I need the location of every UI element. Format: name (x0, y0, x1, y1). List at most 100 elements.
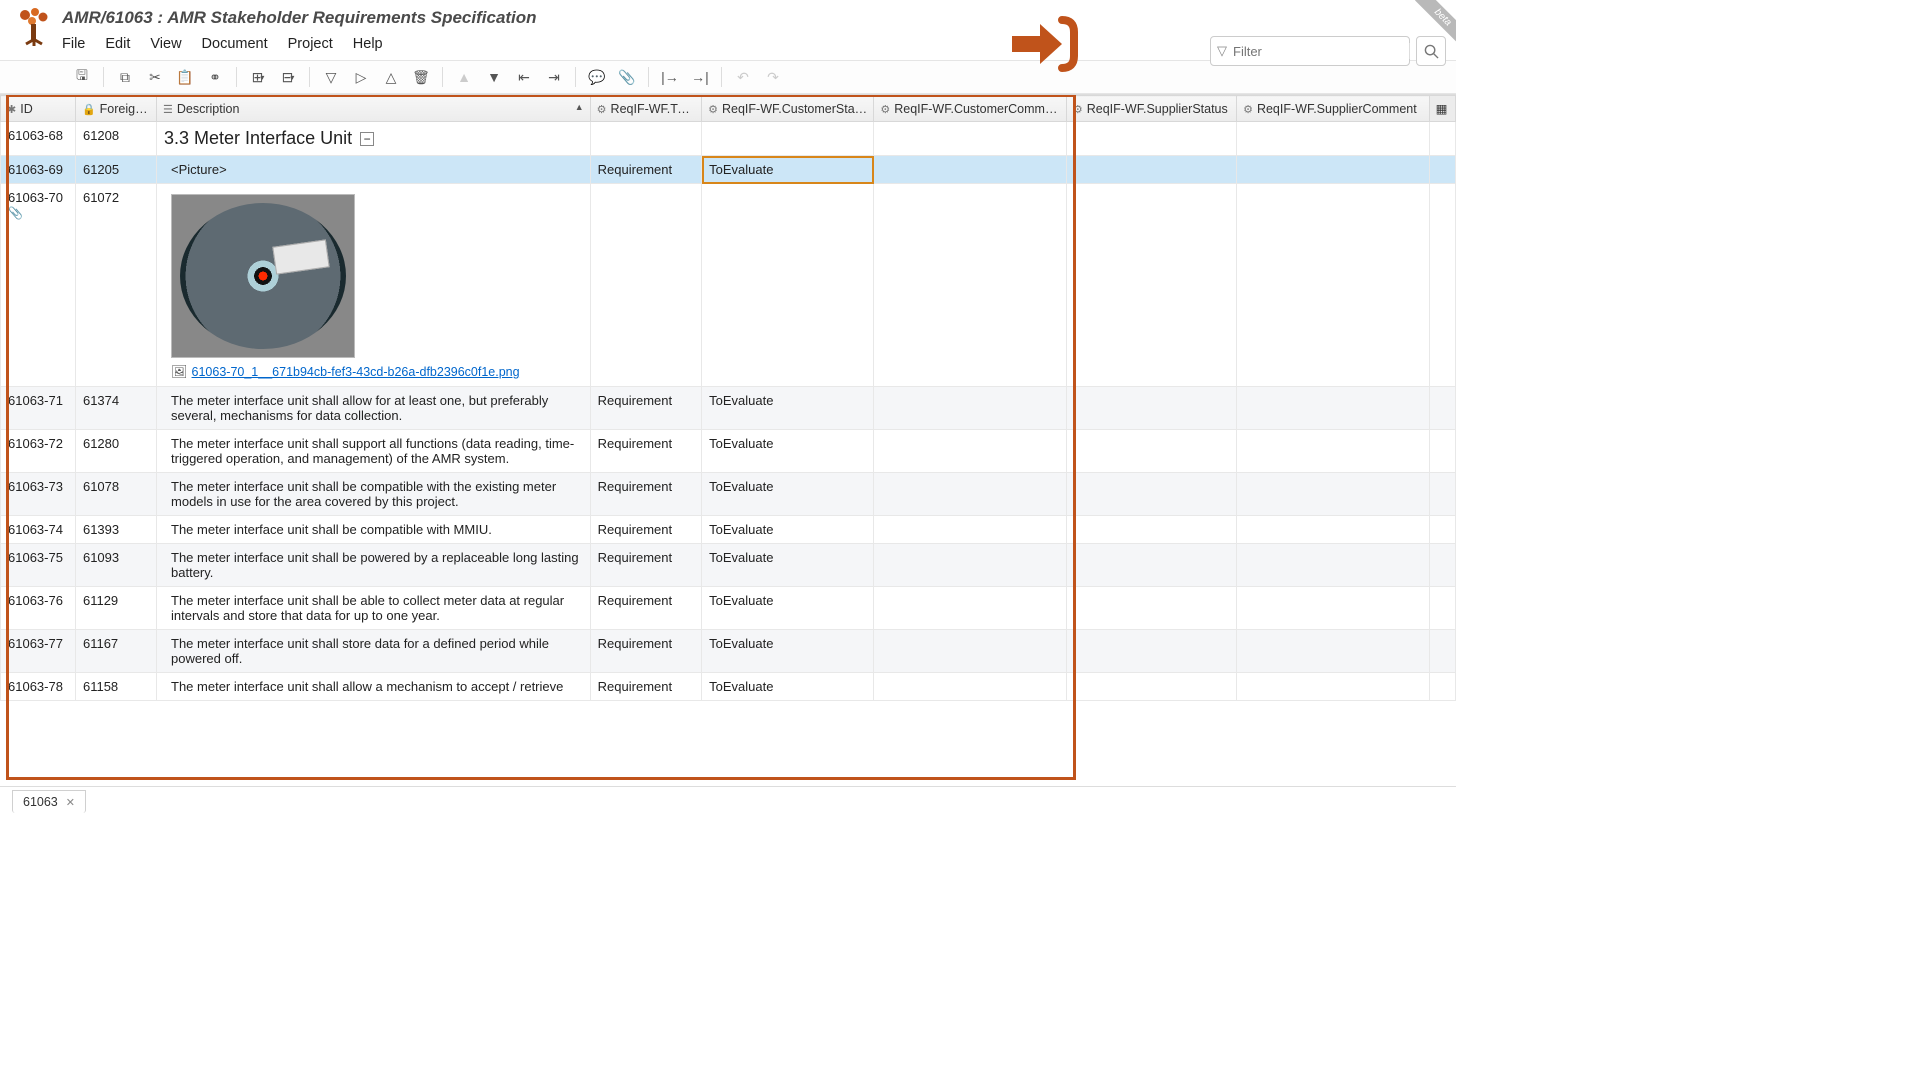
cell-supplierstatus[interactable] (1066, 544, 1236, 587)
save-button[interactable]: 🖫 (68, 64, 96, 90)
cell-customercomment[interactable] (874, 430, 1067, 473)
cell-foreignid[interactable]: 61129 (75, 587, 156, 630)
collapse-icon[interactable]: − (360, 132, 374, 146)
paste-button[interactable]: 📋 (171, 64, 199, 90)
cell-type[interactable] (590, 184, 701, 387)
menu-view[interactable]: View (150, 36, 181, 52)
cell-description[interactable]: 3.3 Meter Interface Unit− (157, 122, 591, 156)
cell-type[interactable] (590, 122, 701, 156)
cell-supplierstatus[interactable] (1066, 630, 1236, 673)
table-row[interactable]: 61063-68612083.3 Meter Interface Unit− (1, 122, 1456, 156)
cell-customerstatus[interactable]: ToEvaluate (702, 630, 874, 673)
cell-customerstatus[interactable]: ToEvaluate (702, 516, 874, 544)
cell-description[interactable]: The meter interface unit shall be powere… (157, 544, 591, 587)
cell-suppliercomment[interactable] (1237, 630, 1430, 673)
cell-type[interactable]: Requirement (590, 630, 701, 673)
cell-id[interactable]: 61063-68 (1, 122, 76, 156)
close-icon[interactable]: ✕ (66, 796, 75, 809)
col-customerstatus[interactable]: ⚙ReqIF-WF.CustomerStatus (702, 96, 874, 122)
cell-customercomment[interactable] (874, 473, 1067, 516)
add-button[interactable]: ⊞▾ (244, 64, 272, 90)
cell-customercomment[interactable] (874, 387, 1067, 430)
cell-foreignid[interactable]: 61158 (75, 673, 156, 701)
attachment-link[interactable]: 61063-70_1__671b94cb-fef3-43cd-b26a-dfb2… (192, 365, 520, 379)
cell-id[interactable]: 61063-77 (1, 630, 76, 673)
cell-foreignid[interactable]: 61208 (75, 122, 156, 156)
cell-description[interactable]: The meter interface unit shall be compat… (157, 516, 591, 544)
cell-customercomment[interactable] (874, 544, 1067, 587)
cell-customerstatus[interactable]: ToEvaluate (702, 156, 874, 184)
cell-id[interactable]: 61063-75 (1, 544, 76, 587)
cell-foreignid[interactable]: 61072 (75, 184, 156, 387)
cell-supplierstatus[interactable] (1066, 184, 1236, 387)
cell-id[interactable]: 61063-76 (1, 587, 76, 630)
cell-suppliercomment[interactable] (1237, 673, 1430, 701)
menu-project[interactable]: Project (288, 36, 333, 52)
indent-button[interactable]: ⇥ (540, 64, 568, 90)
cell-id[interactable]: 61063-70📎 (1, 184, 76, 387)
table-row[interactable]: 61063-7661129The meter interface unit sh… (1, 587, 1456, 630)
delete-button[interactable]: 🗑 (407, 64, 435, 90)
cell-foreignid[interactable]: 61078 (75, 473, 156, 516)
cell-suppliercomment[interactable] (1237, 156, 1430, 184)
cell-supplierstatus[interactable] (1066, 156, 1236, 184)
cell-description[interactable]: The meter interface unit shall be compat… (157, 473, 591, 516)
cell-customercomment[interactable] (874, 630, 1067, 673)
table-row[interactable]: 61063-7261280The meter interface unit sh… (1, 430, 1456, 473)
col-id[interactable]: ✱ID (1, 96, 76, 122)
cell-description[interactable]: <Picture> (157, 156, 591, 184)
mark-up-button[interactable]: △ (377, 64, 405, 90)
cell-customercomment[interactable] (874, 587, 1067, 630)
comment-button[interactable]: 💬 (583, 64, 611, 90)
col-customercomment[interactable]: ⚙ReqIF-WF.CustomerComment (874, 96, 1067, 122)
table-row[interactable]: 61063-7161374The meter interface unit sh… (1, 387, 1456, 430)
table-row[interactable]: 61063-7561093The meter interface unit sh… (1, 544, 1456, 587)
filter-input[interactable] (1233, 44, 1409, 59)
move-down-button[interactable]: ▼ (480, 64, 508, 90)
table-row[interactable]: 61063-7461393The meter interface unit sh… (1, 516, 1456, 544)
cell-customerstatus[interactable]: ToEvaluate (702, 387, 874, 430)
cell-id[interactable]: 61063-74 (1, 516, 76, 544)
cell-supplierstatus[interactable] (1066, 587, 1236, 630)
cell-description[interactable]: The meter interface unit shall support a… (157, 430, 591, 473)
outdent-button[interactable]: ⇤ (510, 64, 538, 90)
col-supplierstatus[interactable]: ⚙ReqIF-WF.SupplierStatus (1066, 96, 1236, 122)
copy-button[interactable]: ⧉ (111, 64, 139, 90)
cell-foreignid[interactable]: 61393 (75, 516, 156, 544)
mark-down-button[interactable]: ▽ (317, 64, 345, 90)
cell-description[interactable]: The meter interface unit shall allow for… (157, 387, 591, 430)
cell-suppliercomment[interactable] (1237, 544, 1430, 587)
cell-description[interactable]: The meter interface unit shall store dat… (157, 630, 591, 673)
column-picker-button[interactable]: ▦ (1429, 96, 1455, 122)
cell-description[interactable]: The meter interface unit shall allow a m… (157, 673, 591, 701)
col-type[interactable]: ⚙ReqIF-WF.Type (590, 96, 701, 122)
cell-suppliercomment[interactable] (1237, 587, 1430, 630)
cell-suppliercomment[interactable] (1237, 430, 1430, 473)
cell-supplierstatus[interactable] (1066, 430, 1236, 473)
cell-customerstatus[interactable]: ToEvaluate (702, 587, 874, 630)
export-button[interactable]: |→ (656, 64, 684, 90)
cell-customercomment[interactable] (874, 156, 1067, 184)
cut-button[interactable]: ✂ (141, 64, 169, 90)
cell-supplierstatus[interactable] (1066, 387, 1236, 430)
cell-suppliercomment[interactable] (1237, 387, 1430, 430)
cell-id[interactable]: 61063-69 (1, 156, 76, 184)
cell-customerstatus[interactable]: ToEvaluate (702, 673, 874, 701)
cell-id[interactable]: 61063-73 (1, 473, 76, 516)
document-tab[interactable]: 61063 ✕ (12, 790, 86, 813)
cell-foreignid[interactable]: 61374 (75, 387, 156, 430)
menu-edit[interactable]: Edit (105, 36, 130, 52)
menu-help[interactable]: Help (353, 36, 383, 52)
cell-type[interactable]: Requirement (590, 387, 701, 430)
cell-suppliercomment[interactable] (1237, 473, 1430, 516)
cell-type[interactable]: Requirement (590, 516, 701, 544)
col-description[interactable]: ☰Description▲ (157, 96, 591, 122)
cell-suppliercomment[interactable] (1237, 184, 1430, 387)
table-row[interactable]: 61063-70📎61072🖼61063-70_1__671b94cb-fef3… (1, 184, 1456, 387)
cell-type[interactable]: Requirement (590, 156, 701, 184)
link-button[interactable]: ⚭ (201, 64, 229, 90)
cell-type[interactable]: Requirement (590, 430, 701, 473)
cell-type[interactable]: Requirement (590, 544, 701, 587)
cell-customerstatus[interactable]: ToEvaluate (702, 430, 874, 473)
cell-customercomment[interactable] (874, 673, 1067, 701)
